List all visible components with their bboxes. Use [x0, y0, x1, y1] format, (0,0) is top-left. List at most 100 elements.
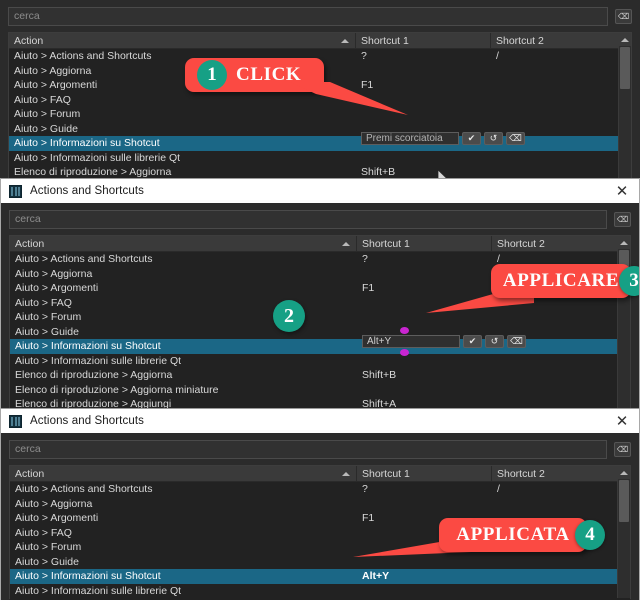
- column-header-action-2[interactable]: Action: [10, 236, 357, 251]
- callout-4: APPLICATA 4: [439, 518, 605, 552]
- shortcut-input-2[interactable]: Alt+Y: [362, 327, 460, 356]
- cell-shortcut1: Alt+Y: [362, 570, 390, 583]
- cell-action: Aiuto > Informazioni su Shotcut: [14, 137, 160, 150]
- search-placeholder-3: cerca: [15, 443, 41, 455]
- shortcuts-table-2: Action Shortcut 1 Shortcut 2 Aiuto > Act…: [9, 235, 631, 410]
- table-row-selected[interactable]: Aiuto > Informazioni su Shotcut: [9, 136, 631, 151]
- callout-3-bubble: APPLICARE: [491, 264, 631, 298]
- callout-3-label: APPLICARE: [502, 270, 620, 291]
- cell-shortcut1: ?: [361, 50, 367, 63]
- search-input-2[interactable]: cerca: [9, 209, 607, 229]
- shotcut-app-icon-3: [9, 414, 22, 428]
- table-row[interactable]: Aiuto > Actions and Shortcuts? /: [10, 482, 630, 497]
- sort-ascending-icon-1: [341, 38, 349, 43]
- vertical-scrollbar-3[interactable]: [617, 466, 630, 598]
- cell-action: Aiuto > Aggiorna: [15, 497, 93, 510]
- column-header-shortcut1-1[interactable]: Shortcut 1: [356, 33, 491, 48]
- table-header-3: Action Shortcut 1 Shortcut 2: [10, 466, 630, 482]
- cell-action: Elenco di riproduzione > Aggiorna: [14, 166, 172, 179]
- search-row-2: cerca ⌫: [9, 209, 631, 229]
- shortcut-input-1[interactable]: Premi scorciatoia: [361, 132, 459, 145]
- search-clear-button-2[interactable]: ⌫: [614, 211, 631, 227]
- scrollbar-thumb-1[interactable]: [620, 47, 630, 89]
- window-title-2: Actions and Shortcuts: [30, 185, 144, 197]
- vertical-scrollbar-2[interactable]: [617, 236, 630, 408]
- table-row[interactable]: Aiuto > Forum: [10, 310, 630, 325]
- cell-shortcut1: Shift+B: [362, 369, 397, 382]
- titlebar-2: Actions and Shortcuts ✕: [1, 178, 639, 203]
- table-row[interactable]: Aiuto > Guide: [10, 555, 630, 570]
- table-row-selected[interactable]: Aiuto > Informazioni su Shotcut: [10, 339, 630, 354]
- cell-action: Elenco di riproduzione > Aggiorna: [15, 369, 173, 382]
- screenshot-stage: cerca ⌫ Action Shortcut 1 Shortcut 2 Aiu…: [0, 0, 640, 600]
- callout-1-tail: [290, 82, 408, 115]
- callout-4-label: APPLICATA: [456, 524, 570, 545]
- window-title-3: Actions and Shortcuts: [30, 415, 144, 427]
- cell-shortcut1: Shift+B: [361, 166, 396, 179]
- revert-shortcut-button-2[interactable]: ↺: [485, 335, 504, 348]
- column-header-shortcut1-3[interactable]: Shortcut 1: [357, 466, 492, 481]
- close-button-3[interactable]: ✕: [611, 414, 633, 429]
- table-row-selected[interactable]: Aiuto > Informazioni su Shotcut Alt+Y: [10, 569, 630, 584]
- table-row[interactable]: Elenco di riproduzione > Aggiorna Shift+B: [10, 368, 630, 383]
- accept-shortcut-button-1[interactable]: ✔: [462, 132, 481, 145]
- revert-shortcut-button-1[interactable]: ↺: [484, 132, 503, 145]
- clear-shortcut-button-1[interactable]: ⌫: [506, 132, 525, 145]
- search-row-3: cerca ⌫: [9, 439, 631, 459]
- shortcut-editor-2: Alt+Y ✔ ↺ ⌫: [362, 327, 526, 356]
- shortcuts-dialog-step1: cerca ⌫ Action Shortcut 1 Shortcut 2 Aiu…: [0, 0, 640, 180]
- cell-shortcut2: /: [496, 50, 499, 63]
- text-selection-handle-top[interactable]: [400, 327, 409, 334]
- scrollbar-thumb-3[interactable]: [619, 480, 629, 522]
- cell-action: Aiuto > Informazioni su Shotcut: [15, 570, 161, 583]
- column-header-action-3[interactable]: Action: [10, 466, 357, 481]
- column-header-shortcut2-1[interactable]: Shortcut 2: [491, 33, 631, 48]
- table-row[interactable]: Elenco di riproduzione > Aggiorna miniat…: [10, 383, 630, 398]
- cell-shortcut2: /: [497, 483, 500, 496]
- callout-4-badge: 4: [575, 520, 605, 550]
- search-input-3[interactable]: cerca: [9, 439, 607, 459]
- table-row[interactable]: Aiuto > Informazioni sulle librerie Qt: [10, 584, 630, 599]
- cell-action: Aiuto > Forum: [15, 541, 82, 554]
- accept-shortcut-button-2[interactable]: ✔: [463, 335, 482, 348]
- search-clear-button-1[interactable]: ⌫: [615, 8, 632, 24]
- search-clear-button-3[interactable]: ⌫: [614, 441, 631, 457]
- close-button-2[interactable]: ✕: [611, 184, 633, 199]
- sort-ascending-icon-2: [342, 241, 350, 246]
- search-input-1[interactable]: cerca: [8, 6, 608, 26]
- cell-shortcut1: ?: [362, 253, 368, 266]
- table-row[interactable]: Aiuto > Aggiorna: [10, 497, 630, 512]
- scroll-up-button-1[interactable]: [619, 33, 631, 46]
- search-placeholder-1: cerca: [14, 10, 40, 22]
- column-header-shortcut1-2[interactable]: Shortcut 1: [357, 236, 492, 251]
- cell-shortcut1: ?: [362, 483, 368, 496]
- cell-action: Aiuto > Aggiorna: [15, 267, 93, 280]
- titlebar-3: Actions and Shortcuts ✕: [1, 408, 639, 433]
- callout-4-bubble: APPLICATA: [439, 518, 587, 552]
- table-row[interactable]: Aiuto > Guide: [10, 325, 630, 340]
- column-header-shortcut2-3[interactable]: Shortcut 2: [492, 466, 630, 481]
- table-header-2: Action Shortcut 1 Shortcut 2: [10, 236, 630, 252]
- cell-action: Aiuto > Actions and Shortcuts: [15, 483, 153, 496]
- callout-1-badge: 1: [197, 60, 227, 90]
- callout-2-badge: 2: [273, 300, 305, 332]
- table-row[interactable]: Aiuto > Guide: [9, 122, 631, 137]
- column-header-action-1[interactable]: Action: [9, 33, 356, 48]
- text-selection-handle-bottom[interactable]: [400, 349, 409, 356]
- shortcuts-dialog-step2: Actions and Shortcuts ✕ cerca ⌫ Action S…: [0, 178, 640, 410]
- dialog-body-2: cerca ⌫ Action Shortcut 1 Shortcut 2 Aiu…: [1, 203, 639, 410]
- callout-3: APPLICARE 3: [491, 264, 639, 298]
- table-row[interactable]: Aiuto > Informazioni sulle librerie Qt: [9, 151, 631, 166]
- search-row-1: cerca ⌫: [8, 6, 632, 26]
- cell-action: Aiuto > Guide: [14, 122, 78, 135]
- clear-shortcut-button-2[interactable]: ⌫: [507, 335, 526, 348]
- table-row[interactable]: Aiuto > Informazioni sulle librerie Qt: [10, 354, 630, 369]
- shotcut-app-icon-2: [9, 184, 22, 198]
- scroll-up-button-3[interactable]: [618, 466, 630, 479]
- cell-action: Aiuto > Argomenti: [15, 282, 99, 295]
- cell-action: Aiuto > Actions and Shortcuts: [15, 253, 153, 266]
- cell-action: Aiuto > Informazioni sulle librerie Qt: [15, 354, 182, 367]
- scroll-up-button-2[interactable]: [618, 236, 630, 249]
- column-header-shortcut2-2[interactable]: Shortcut 2: [492, 236, 630, 251]
- vertical-scrollbar-1[interactable]: [618, 33, 631, 179]
